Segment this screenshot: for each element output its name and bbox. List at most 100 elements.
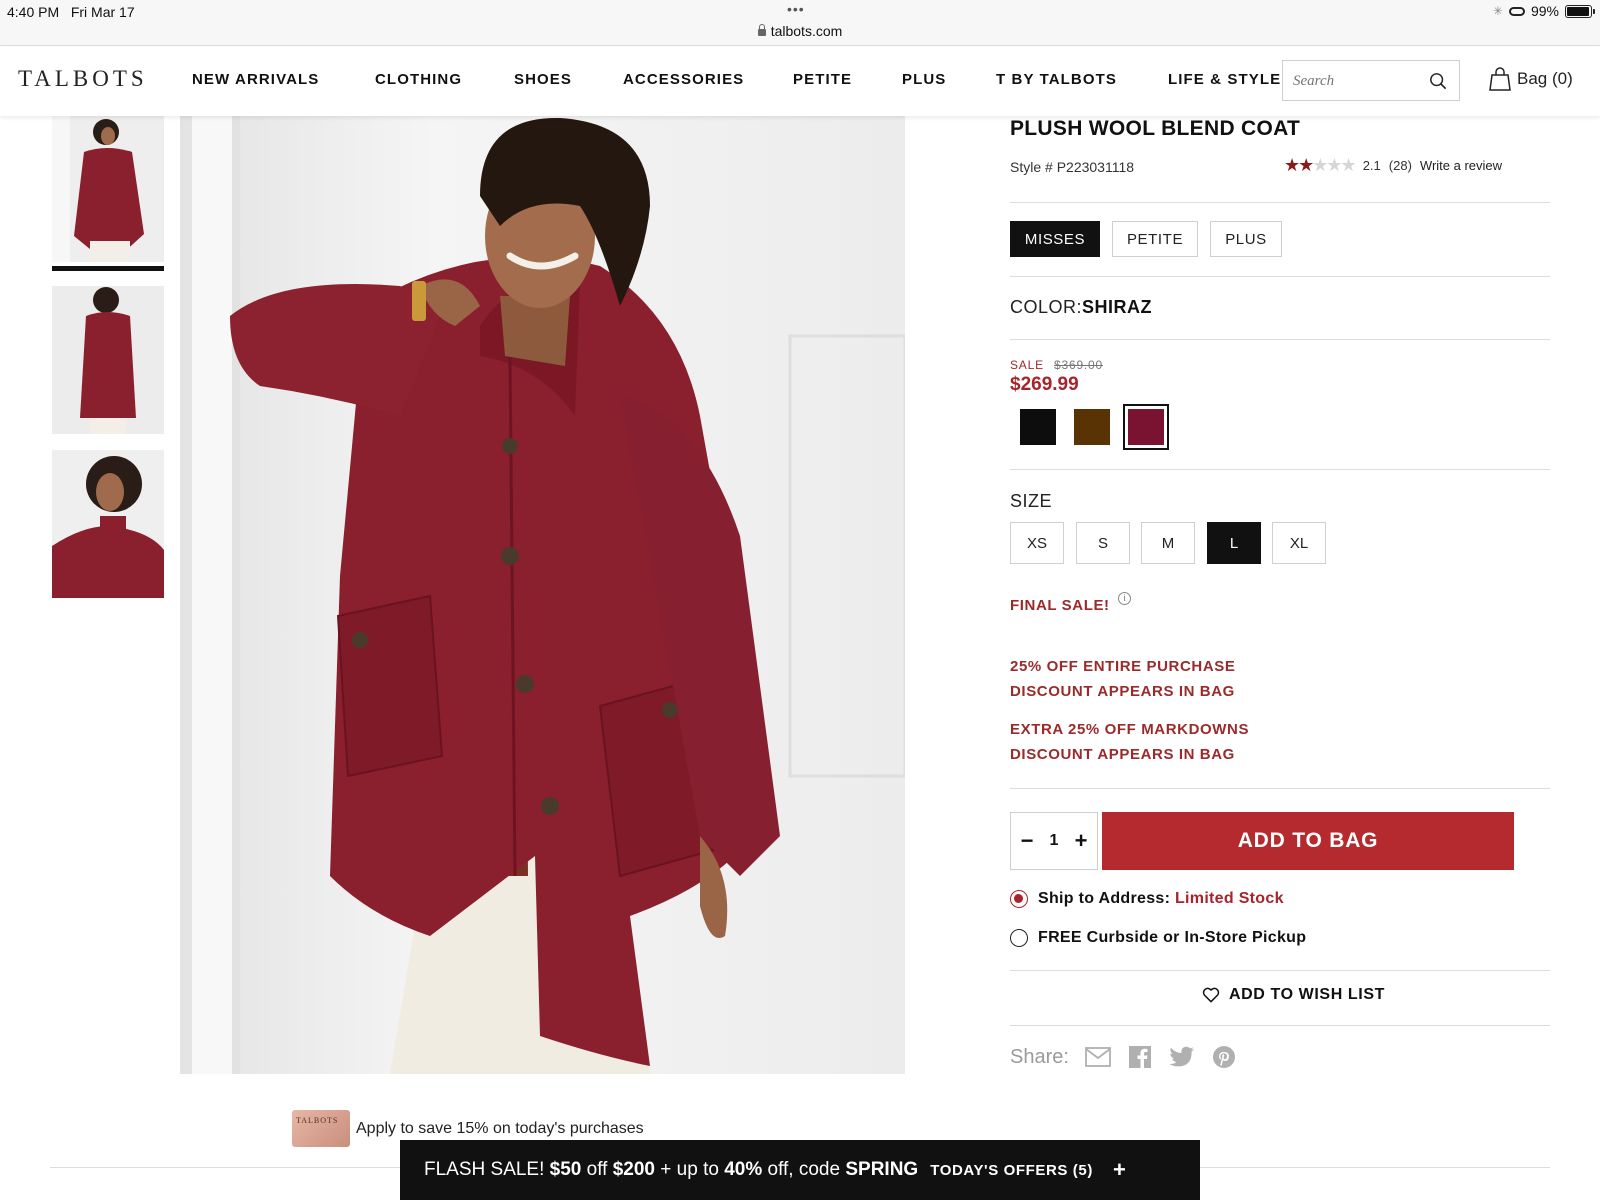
review-count[interactable]: (28)	[1389, 158, 1412, 173]
final-sale-label: FINAL SALE!	[1010, 597, 1110, 614]
size-label: SIZE	[1010, 491, 1053, 511]
main-product-image[interactable]	[180, 116, 905, 1074]
site-header: TALBOTS NEW ARRIVALS CLOTHING SHOES ACCE…	[0, 46, 1600, 116]
size-l-button[interactable]: L	[1207, 522, 1261, 564]
tab-dots-icon[interactable]: •••	[787, 1, 805, 17]
share-row: Share:	[1010, 1045, 1237, 1069]
search-icon[interactable]	[1429, 72, 1447, 90]
swatch-black[interactable]	[1020, 409, 1056, 445]
style-number: Style # P223031118	[1010, 159, 1135, 175]
divider	[1010, 1025, 1550, 1026]
twitter-icon[interactable]	[1169, 1045, 1195, 1069]
loading-icon: ✳	[1492, 4, 1503, 18]
pickup-option[interactable]: FREE Curbside or In-Store Pickup	[1010, 929, 1306, 947]
todays-offers-link[interactable]: TODAY'S OFFERS (5)	[930, 1162, 1093, 1179]
size-m-button[interactable]: M	[1141, 522, 1195, 564]
original-price: $369.00	[1054, 358, 1104, 372]
nav-petite[interactable]: PETITE	[793, 71, 852, 88]
rating-stars-icon[interactable]: ★★★★★	[1284, 155, 1357, 176]
nav-t-by-talbots[interactable]: T BY TALBOTS	[996, 71, 1117, 88]
email-icon[interactable]	[1085, 1045, 1111, 1069]
status-time: 4:40 PM Fri Mar 17	[7, 4, 135, 20]
pickup-label: FREE Curbside or In-Store Pickup	[1038, 929, 1307, 946]
promo-2-line-2: DISCOUNT APPEARS IN BAG	[1010, 746, 1235, 763]
add-to-bag-button[interactable]: ADD TO BAG	[1102, 812, 1514, 870]
quantity-value[interactable]: 1	[1050, 832, 1059, 850]
increase-quantity-button[interactable]: +	[1071, 826, 1091, 856]
share-label: Share:	[1010, 1045, 1069, 1068]
stock-status: Limited Stock	[1174, 890, 1284, 907]
search-input[interactable]	[1293, 69, 1413, 93]
product-photo	[180, 116, 905, 1074]
thumbnail-image	[52, 286, 164, 434]
promo-1-line-2: DISCOUNT APPEARS IN BAG	[1010, 683, 1235, 700]
sale-tag: SALE	[1010, 358, 1044, 372]
heart-icon	[1202, 987, 1220, 1003]
ship-radio[interactable]	[1010, 890, 1028, 908]
price-row: SALE $369.00	[1010, 358, 1103, 372]
battery-percent: 99%	[1530, 3, 1559, 19]
wish-list-label: ADD TO WISH LIST	[1229, 986, 1385, 1003]
pickup-radio[interactable]	[1010, 929, 1028, 947]
nav-new-arrivals[interactable]: NEW ARRIVALS	[192, 71, 319, 88]
fit-misses-button[interactable]: MISSES	[1010, 221, 1100, 257]
ship-label: Ship to Address:	[1038, 890, 1171, 907]
search-box	[1282, 60, 1460, 101]
color-value: SHIRAZ	[1082, 297, 1153, 317]
swatch-brown[interactable]	[1074, 409, 1110, 445]
color-label: COLOR:SHIRAZ	[1010, 297, 1153, 317]
ship-to-address-option[interactable]: Ship to Address: Limited Stock	[1010, 890, 1284, 908]
shopping-bag-icon	[1489, 67, 1511, 91]
fit-petite-button[interactable]: PETITE	[1112, 221, 1198, 257]
thumbnail-image	[52, 450, 164, 598]
rating-summary: ★★★★★ 2.1 (28) Write a review	[1284, 155, 1502, 176]
link-icon	[1508, 6, 1525, 16]
card-promo-text: Apply to save 15% on today's purchases	[356, 1119, 644, 1137]
write-review-link[interactable]: Write a review	[1420, 158, 1502, 173]
thumbnail-image	[52, 116, 164, 262]
talbots-logo[interactable]: TALBOTS	[18, 66, 148, 92]
expand-offers-icon[interactable]: +	[1113, 1157, 1126, 1183]
status-indicators: ✳ 99%	[1492, 3, 1595, 19]
promo-2-line-1: EXTRA 25% OFF MARKDOWNS	[1010, 721, 1250, 738]
promo-1-line-1: 25% OFF ENTIRE PURCHASE	[1010, 658, 1236, 675]
bag-button[interactable]: Bag (0)	[1489, 67, 1573, 91]
size-s-button[interactable]: S	[1076, 522, 1130, 564]
nav-clothing[interactable]: CLOTHING	[375, 71, 462, 88]
divider	[1010, 469, 1550, 470]
sale-price: $269.99	[1010, 374, 1079, 395]
product-title: PLUSH WOOL BLEND COAT	[1010, 117, 1301, 140]
decrease-quantity-button[interactable]: −	[1017, 826, 1037, 856]
pinterest-icon[interactable]	[1211, 1045, 1237, 1069]
facebook-icon[interactable]	[1127, 1045, 1153, 1069]
nav-plus[interactable]: PLUS	[902, 71, 946, 88]
thumbnail-2[interactable]	[52, 286, 164, 434]
nav-shoes[interactable]: SHOES	[514, 71, 572, 88]
active-thumbnail-indicator	[52, 266, 164, 271]
divider	[1010, 339, 1550, 340]
fit-plus-button[interactable]: PLUS	[1210, 221, 1282, 257]
divider	[1010, 202, 1550, 203]
thumbnail-3[interactable]	[52, 450, 164, 598]
url-bar[interactable]: talbots.com	[0, 23, 1600, 39]
flash-sale-banner[interactable]: FLASH SALE! $50 off $200 + up to 40% off…	[400, 1140, 1200, 1200]
swatch-shiraz[interactable]	[1123, 404, 1169, 450]
thumbnail-1[interactable]	[52, 116, 164, 262]
talbots-card-image: TALBOTS	[292, 1110, 350, 1147]
rating-value: 2.1	[1362, 158, 1381, 173]
status-bar: 4:40 PM Fri Mar 17 ••• talbots.com ✳ 99%	[0, 0, 1600, 46]
lock-icon	[757, 24, 766, 36]
info-icon[interactable]: i	[1118, 592, 1131, 605]
divider	[1010, 970, 1550, 971]
quantity-stepper: − 1 +	[1010, 812, 1098, 870]
divider	[1010, 788, 1550, 789]
flash-sale-text: FLASH SALE! $50 off $200 + up to 40% off…	[424, 1159, 919, 1180]
nav-life-style[interactable]: LIFE & STYLE	[1168, 71, 1281, 88]
add-to-wish-list-button[interactable]: ADD TO WISH LIST	[1202, 986, 1385, 1004]
bag-label: Bag (0)	[1517, 69, 1573, 88]
divider	[1010, 276, 1550, 277]
size-xs-button[interactable]: XS	[1010, 522, 1064, 564]
battery-icon	[1565, 4, 1595, 18]
size-xl-button[interactable]: XL	[1272, 522, 1326, 564]
nav-accessories[interactable]: ACCESSORIES	[623, 71, 744, 88]
